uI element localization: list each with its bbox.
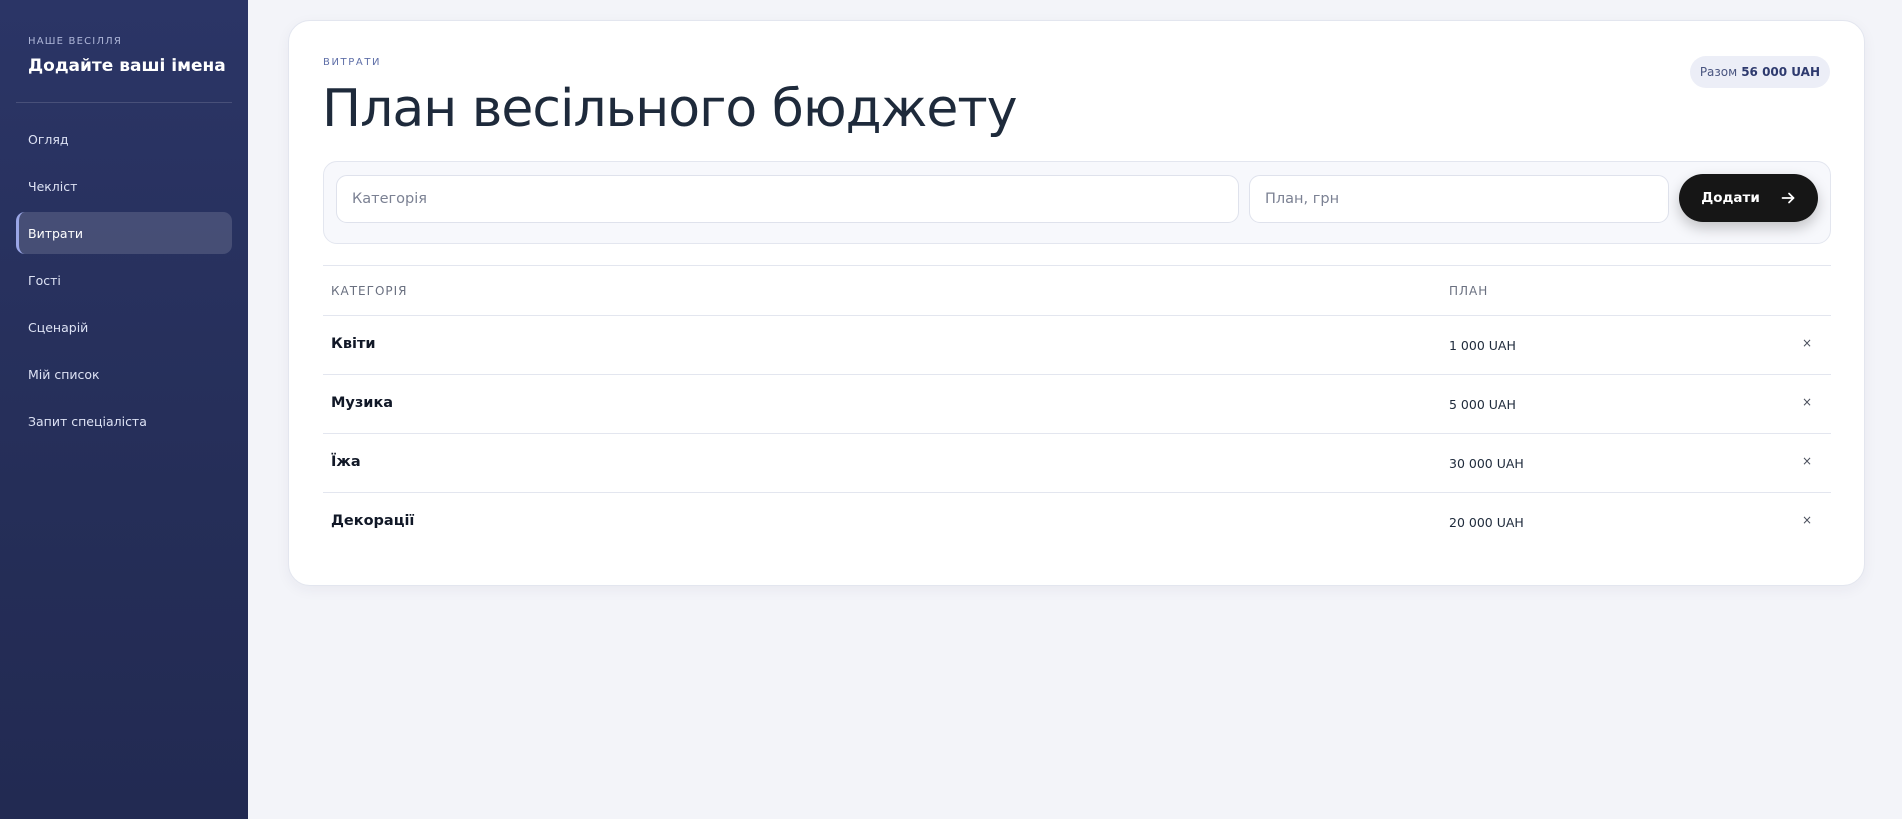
sidebar-item-scenario[interactable]: Сценарій — [16, 306, 232, 348]
delete-row-button[interactable]: × — [1797, 510, 1817, 530]
wedding-names-title[interactable]: Додайте ваші імена — [28, 56, 226, 76]
sidebar-item-label: Запит спеціаліста — [28, 413, 147, 429]
row-category: Їжа — [331, 454, 361, 470]
add-button[interactable]: Додати — [1679, 174, 1818, 222]
sidebar-item-label: Гості — [28, 272, 61, 288]
total-badge: Разом 56 000 UAH — [1689, 56, 1830, 88]
sidebar-divider — [16, 102, 232, 103]
sidebar-item-guests[interactable]: Гості — [16, 259, 232, 301]
sidebar-item-my-list[interactable]: Мій список — [16, 353, 232, 395]
total-value: 56 000 UAH — [1741, 65, 1820, 79]
sidebar-item-label: Мій список — [28, 366, 100, 382]
total-label: Разом — [1699, 65, 1738, 79]
add-expense-form: Додати — [323, 161, 1831, 244]
table-header: КАТЕГОРІЯ ПЛАН — [323, 266, 1831, 316]
table-row: Музика 5 000 UAH × — [323, 375, 1831, 434]
sidebar-item-label: Чекліст — [28, 178, 78, 194]
row-plan: 20 000 UAH — [1449, 515, 1524, 530]
section-eyebrow: ВИТРАТИ — [323, 57, 382, 68]
arrow-right-icon — [1781, 192, 1795, 204]
sidebar-eyebrow: НАШЕ ВЕСІЛЛЯ — [28, 36, 123, 47]
sidebar-item-checklist[interactable]: Чекліст — [16, 165, 232, 207]
budget-table: КАТЕГОРІЯ ПЛАН Квіти 1 000 UAH × Музика … — [323, 265, 1831, 552]
sidebar: НАШЕ ВЕСІЛЛЯ Додайте ваші імена Огляд Че… — [0, 0, 248, 819]
category-input[interactable] — [336, 175, 1239, 223]
add-button-label: Додати — [1701, 190, 1760, 206]
sidebar-item-label: Сценарій — [28, 319, 89, 335]
row-plan: 1 000 UAH — [1449, 338, 1516, 353]
row-category: Музика — [331, 395, 394, 411]
column-header-plan: ПЛАН — [1449, 284, 1489, 298]
sidebar-item-overview[interactable]: Огляд — [16, 118, 232, 160]
table-row: Декорації 20 000 UAH × — [323, 493, 1831, 552]
page-title: План весільного бюджету — [322, 79, 1017, 139]
column-header-category: КАТЕГОРІЯ — [331, 284, 408, 298]
sidebar-nav: Огляд Чекліст Витрати Гості Сценарій Мій… — [16, 118, 232, 447]
delete-row-button[interactable]: × — [1797, 451, 1817, 471]
row-plan: 30 000 UAH — [1449, 456, 1524, 471]
sidebar-item-expenses[interactable]: Витрати — [16, 212, 232, 254]
sidebar-item-label: Огляд — [28, 131, 69, 147]
sidebar-item-label: Витрати — [28, 225, 83, 241]
table-row: Їжа 30 000 UAH × — [323, 434, 1831, 493]
delete-row-button[interactable]: × — [1797, 392, 1817, 412]
plan-amount-input[interactable] — [1249, 175, 1669, 223]
row-plan: 5 000 UAH — [1449, 397, 1516, 412]
table-row: Квіти 1 000 UAH × — [323, 316, 1831, 375]
budget-card: ВИТРАТИ План весільного бюджету Разом 56… — [288, 20, 1865, 586]
row-category: Квіти — [331, 336, 376, 352]
row-category: Декорації — [331, 513, 415, 529]
delete-row-button[interactable]: × — [1797, 333, 1817, 353]
sidebar-item-specialist-request[interactable]: Запит спеціаліста — [16, 400, 232, 442]
